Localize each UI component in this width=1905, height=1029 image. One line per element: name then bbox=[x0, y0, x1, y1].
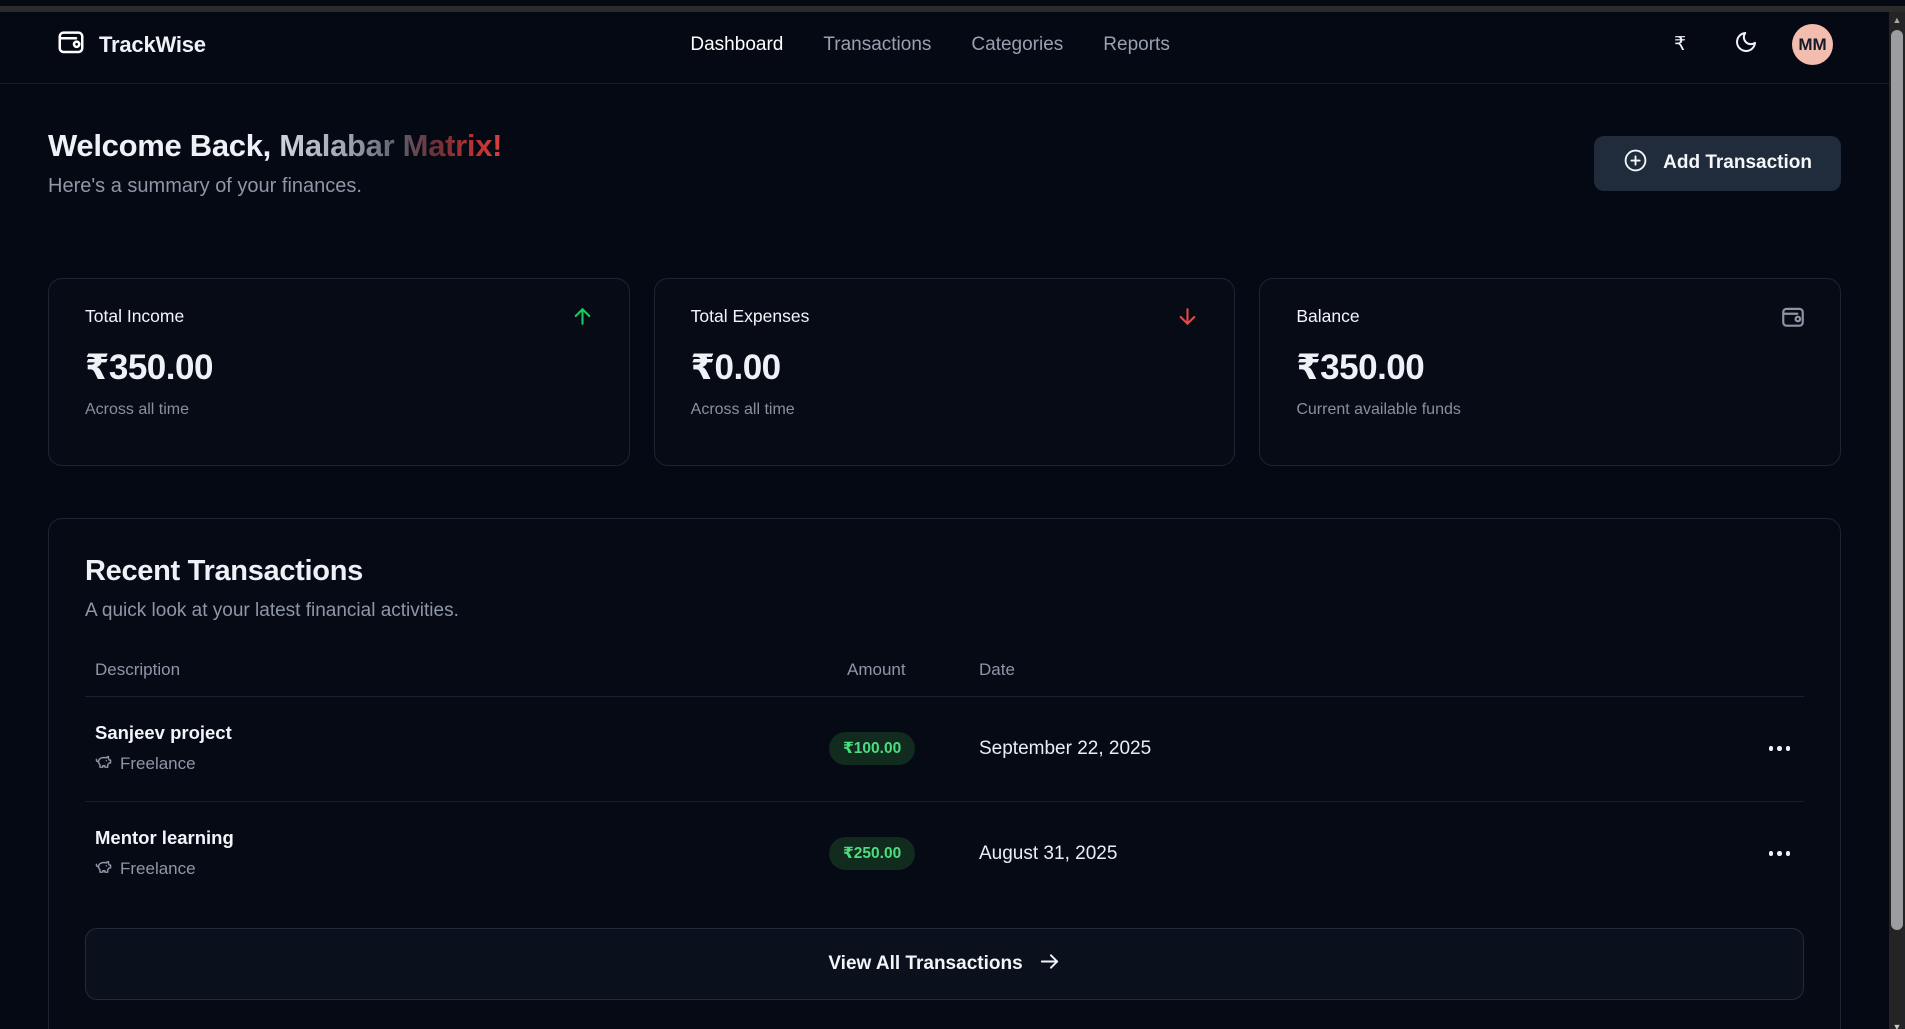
piggy-bank-icon bbox=[95, 858, 112, 880]
stat-title: Balance bbox=[1296, 306, 1804, 327]
moon-icon bbox=[1734, 30, 1758, 60]
nav-item-reports[interactable]: Reports bbox=[1103, 34, 1170, 56]
scrollbar-thumb[interactable] bbox=[1891, 30, 1903, 930]
plus-circle-icon bbox=[1623, 148, 1648, 179]
username-gradient: Malabar Matrix! bbox=[279, 128, 502, 163]
amount-badge: ₹250.00 bbox=[829, 837, 915, 870]
transactions-table: Description Amount Date Sanjeev project bbox=[85, 660, 1804, 906]
transaction-category: Freelance bbox=[95, 858, 829, 880]
page-subtitle: Here's a summary of your finances. bbox=[48, 175, 502, 198]
category-label: Freelance bbox=[120, 754, 196, 774]
table-row: Mentor learning Freelance ₹250.00 bbox=[85, 802, 1804, 906]
transaction-description: Sanjeev project bbox=[95, 722, 829, 744]
table-row: Sanjeev project Freelance ₹100.00 bbox=[85, 697, 1804, 802]
stat-value: ₹350.00 bbox=[85, 348, 593, 388]
amount-badge: ₹100.00 bbox=[829, 732, 915, 765]
view-all-transactions-button[interactable]: View All Transactions bbox=[85, 928, 1804, 1000]
add-transaction-label: Add Transaction bbox=[1663, 152, 1812, 174]
nav-item-transactions[interactable]: Transactions bbox=[823, 34, 931, 56]
arrow-down-icon bbox=[1175, 304, 1200, 334]
view-all-label: View All Transactions bbox=[828, 953, 1022, 975]
stat-caption: Across all time bbox=[691, 401, 1199, 419]
rupee-icon: ₹ bbox=[1674, 33, 1686, 56]
column-header-date: Date bbox=[979, 660, 1734, 680]
recent-transactions-card: Recent Transactions A quick look at your… bbox=[48, 518, 1841, 1029]
stat-title: Total Income bbox=[85, 306, 593, 327]
ellipsis-icon bbox=[1769, 851, 1774, 856]
category-label: Freelance bbox=[120, 859, 196, 879]
currency-button[interactable]: ₹ bbox=[1660, 25, 1700, 65]
column-header-amount: Amount bbox=[829, 660, 979, 680]
nav-item-categories[interactable]: Categories bbox=[971, 34, 1063, 56]
main-nav: Dashboard Transactions Categories Report… bbox=[690, 6, 1169, 83]
add-transaction-button[interactable]: Add Transaction bbox=[1594, 136, 1841, 191]
piggy-bank-icon bbox=[95, 753, 112, 775]
transaction-category: Freelance bbox=[95, 753, 829, 775]
stat-value: ₹0.00 bbox=[691, 348, 1199, 388]
transaction-date: August 31, 2025 bbox=[979, 843, 1734, 865]
header-actions: ₹ MM bbox=[1660, 24, 1833, 65]
brand[interactable]: TrackWise bbox=[56, 27, 206, 62]
arrow-right-icon bbox=[1038, 950, 1061, 979]
stat-card-total-income: Total Income ₹350.00 Across all time bbox=[48, 278, 630, 466]
stat-value: ₹350.00 bbox=[1296, 348, 1804, 388]
page-title: Welcome Back, Malabar Matrix! bbox=[48, 128, 502, 164]
scrollbar[interactable]: ▲ ▼ bbox=[1889, 12, 1905, 1029]
row-actions-menu-button[interactable] bbox=[1763, 841, 1805, 866]
window-top-edge bbox=[0, 6, 1905, 12]
scrollbar-up-arrow[interactable]: ▲ bbox=[1889, 12, 1905, 28]
stat-caption: Across all time bbox=[85, 401, 593, 419]
stat-caption: Current available funds bbox=[1296, 401, 1804, 419]
brand-name: TrackWise bbox=[99, 32, 206, 58]
stat-card-balance: Balance ₹350.00 Current available funds bbox=[1259, 278, 1841, 466]
avatar[interactable]: MM bbox=[1792, 24, 1833, 65]
theme-toggle-button[interactable] bbox=[1726, 25, 1766, 65]
greeting-prefix: Welcome Back, bbox=[48, 128, 279, 163]
transaction-date: September 22, 2025 bbox=[979, 738, 1734, 760]
nav-item-dashboard[interactable]: Dashboard bbox=[690, 34, 783, 56]
wallet-icon bbox=[1780, 304, 1806, 335]
table-header: Description Amount Date bbox=[85, 660, 1804, 697]
transactions-subtitle: A quick look at your latest financial ac… bbox=[85, 600, 1804, 622]
welcome-section: Welcome Back, Malabar Matrix! Here's a s… bbox=[48, 128, 1841, 198]
row-actions-menu-button[interactable] bbox=[1763, 736, 1805, 761]
transactions-title: Recent Transactions bbox=[85, 555, 1804, 588]
ellipsis-icon bbox=[1769, 746, 1774, 751]
wallet-logo-icon bbox=[56, 27, 86, 62]
stats-section: Total Income ₹350.00 Across all time Tot… bbox=[48, 278, 1841, 466]
top-nav: TrackWise Dashboard Transactions Categor… bbox=[0, 6, 1889, 84]
arrow-up-icon bbox=[570, 304, 595, 334]
stat-card-total-expenses: Total Expenses ₹0.00 Across all time bbox=[654, 278, 1236, 466]
transaction-description: Mentor learning bbox=[95, 827, 829, 849]
main-content: Welcome Back, Malabar Matrix! Here's a s… bbox=[0, 128, 1889, 1029]
column-header-description: Description bbox=[85, 660, 829, 680]
scrollbar-down-arrow[interactable]: ▼ bbox=[1889, 1019, 1905, 1029]
stat-title: Total Expenses bbox=[691, 306, 1199, 327]
